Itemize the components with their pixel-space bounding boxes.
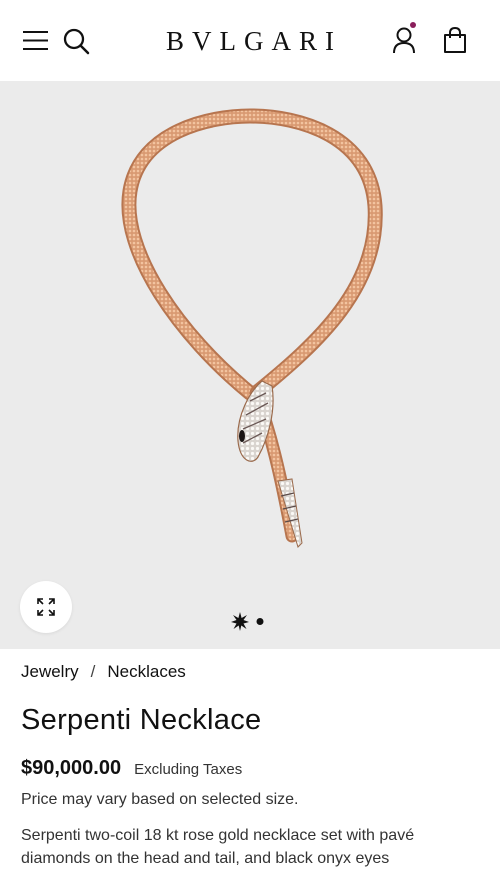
product-title: Serpenti Necklace <box>21 704 262 736</box>
breadcrumb-jewelry[interactable]: Jewelry <box>21 662 79 681</box>
breadcrumb-separator: / <box>90 662 96 681</box>
shopping-bag-icon[interactable] <box>443 27 467 53</box>
gallery-dot[interactable] <box>256 618 264 625</box>
breadcrumb-necklaces[interactable]: Necklaces <box>107 662 185 681</box>
product-image-gallery[interactable] <box>0 81 500 649</box>
tax-note: Excluding Taxes <box>134 761 243 778</box>
breadcrumb: Jewelry / Necklaces <box>21 662 481 682</box>
product-image <box>121 108 383 548</box>
gallery-pagination <box>228 611 268 631</box>
expand-icon <box>37 598 55 616</box>
product-price: $90,000.00 <box>21 757 122 779</box>
account-notification-dot <box>410 22 416 28</box>
brand-logo[interactable]: BVLGARI <box>0 24 500 58</box>
expand-image-button[interactable] <box>20 581 72 633</box>
price-row: $90,000.00 Excluding Taxes <box>21 757 481 780</box>
price-note: Price may vary based on selected size. <box>21 791 299 808</box>
account-icon[interactable] <box>392 27 416 54</box>
site-header: BVLGARI <box>0 0 500 81</box>
product-description: Serpenti two-coil 18 kt rose gold neckla… <box>21 827 415 867</box>
gallery-dot-active[interactable] <box>231 612 249 631</box>
